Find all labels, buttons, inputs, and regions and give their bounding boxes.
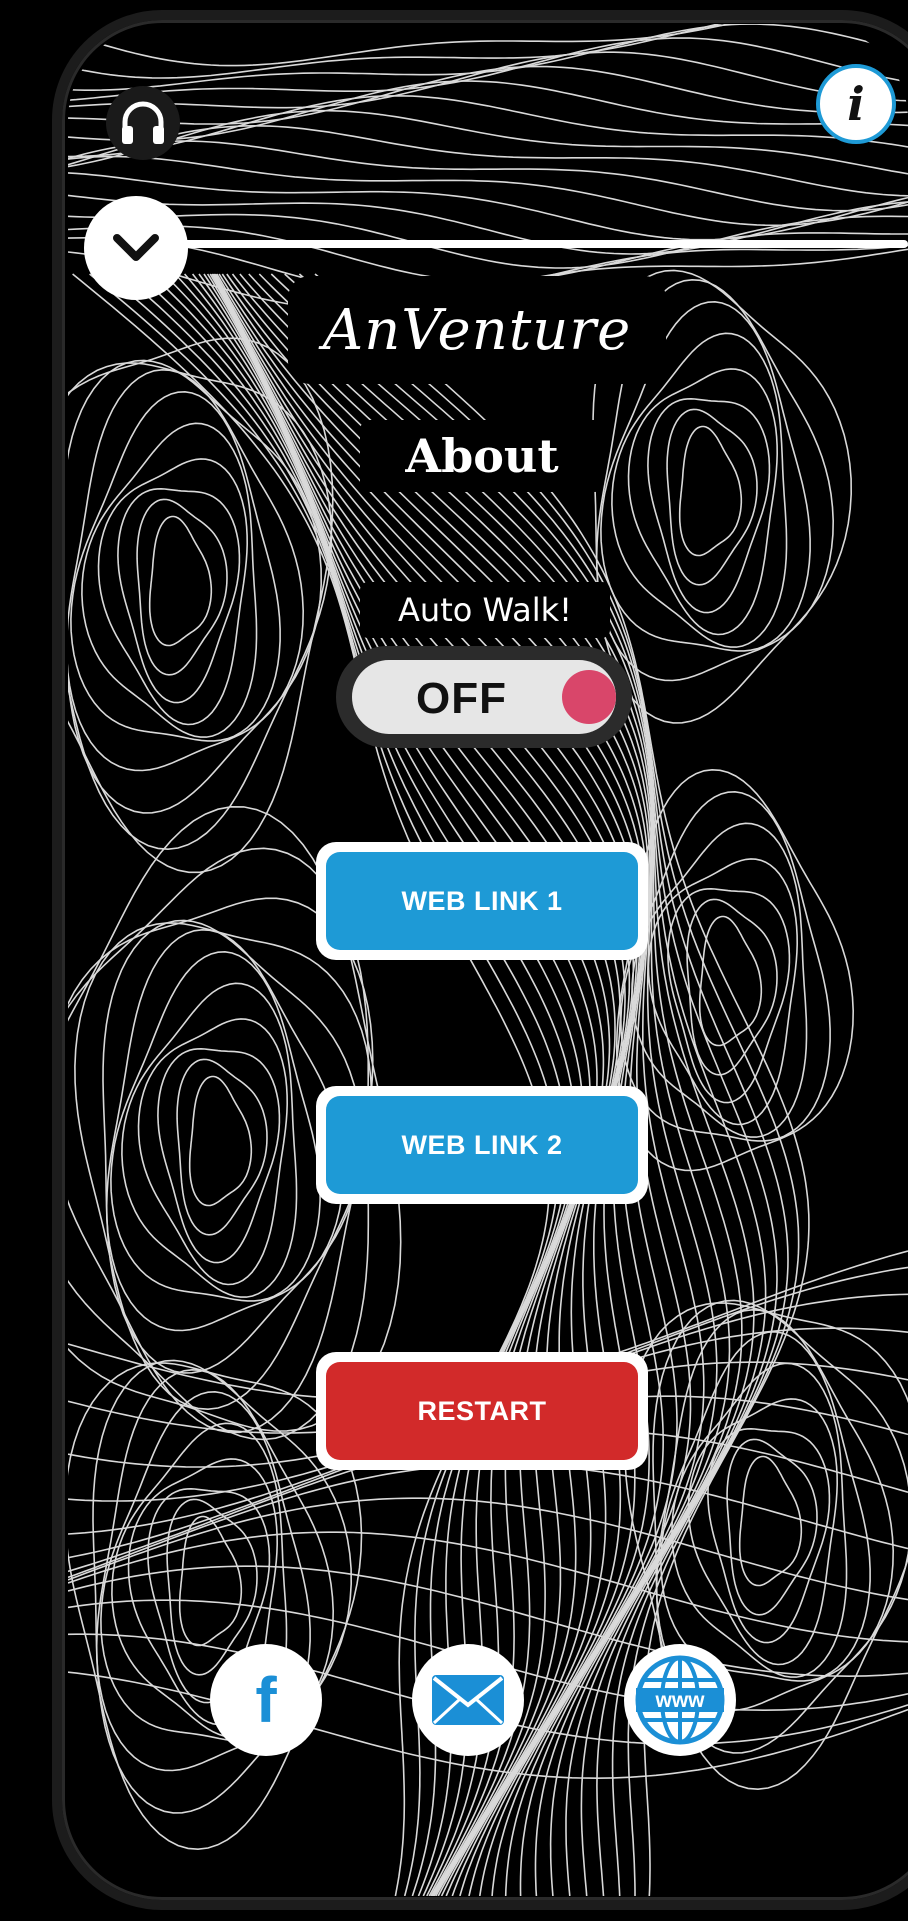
info-button[interactable]: i bbox=[816, 64, 896, 144]
restart-button[interactable]: RESTART bbox=[316, 1352, 648, 1470]
restart-face: RESTART bbox=[326, 1362, 638, 1460]
facebook-button[interactable]: f bbox=[210, 1644, 322, 1756]
globe-icon: www bbox=[635, 1655, 725, 1745]
web-link-1-button[interactable]: WEB LINK 1 bbox=[316, 842, 648, 960]
web-link-2-label: WEB LINK 2 bbox=[401, 1129, 563, 1160]
chevron-down-icon bbox=[113, 234, 159, 261]
auto-walk-label: Auto Walk! bbox=[360, 582, 610, 638]
page-title: About bbox=[360, 420, 604, 492]
web-link-1-face: WEB LINK 1 bbox=[326, 852, 638, 950]
page-title-text: About bbox=[405, 429, 559, 483]
web-label: www bbox=[654, 1689, 705, 1712]
auto-walk-toggle[interactable]: OFF bbox=[336, 646, 632, 748]
app-logo: AnVenture bbox=[288, 276, 666, 384]
header-divider bbox=[180, 240, 908, 248]
web-link-1-label: WEB LINK 1 bbox=[401, 885, 563, 916]
toggle-track: OFF bbox=[352, 660, 616, 734]
collapse-button[interactable] bbox=[84, 196, 188, 300]
web-link-2-face: WEB LINK 2 bbox=[326, 1096, 638, 1194]
headphones-icon bbox=[122, 101, 164, 144]
info-icon: i bbox=[847, 77, 865, 131]
toggle-state-text: OFF bbox=[416, 674, 507, 723]
audio-button[interactable] bbox=[106, 86, 180, 160]
website-button[interactable]: www bbox=[624, 1644, 736, 1756]
facebook-icon: f bbox=[255, 1664, 277, 1736]
mail-button[interactable] bbox=[412, 1644, 524, 1756]
restart-label: RESTART bbox=[417, 1395, 547, 1426]
app-logo-text: AnVenture bbox=[322, 297, 632, 363]
auto-walk-label-text: Auto Walk! bbox=[398, 591, 572, 629]
mail-icon bbox=[432, 1675, 504, 1725]
web-link-2-button[interactable]: WEB LINK 2 bbox=[316, 1086, 648, 1204]
toggle-knob bbox=[562, 670, 616, 724]
